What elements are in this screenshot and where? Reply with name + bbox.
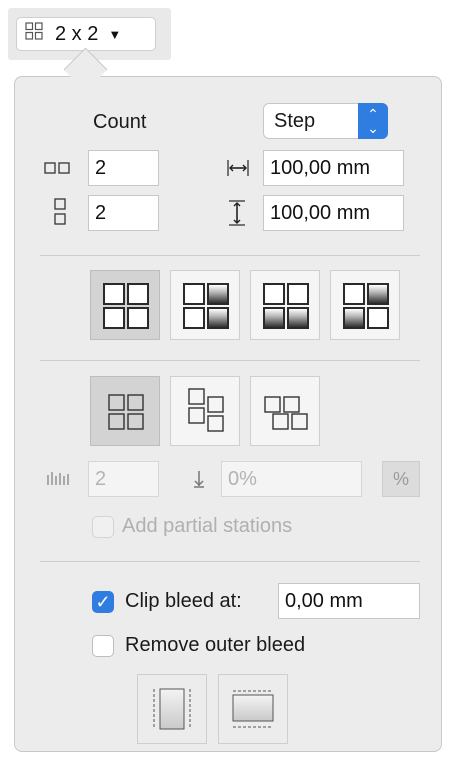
layout-popup-button[interactable]: 2 x 2 ▼ bbox=[16, 17, 156, 51]
bleed-sides-icon bbox=[153, 688, 191, 730]
arrangement-bottom-row-button[interactable] bbox=[250, 270, 320, 340]
offset-count-field[interactable]: 2 bbox=[88, 461, 159, 497]
separator bbox=[40, 360, 420, 361]
bleed-top-bottom-button[interactable] bbox=[218, 674, 288, 744]
columns-field[interactable]: 2 bbox=[88, 150, 159, 186]
count-label: Count bbox=[93, 111, 147, 133]
percent-unit-button[interactable]: % bbox=[382, 461, 420, 497]
arrangement-top-right-button[interactable] bbox=[330, 270, 400, 340]
grid-mixed-gradient-icon bbox=[343, 283, 389, 329]
remove-outer-bleed-label: Remove outer bleed bbox=[125, 634, 306, 656]
separator bbox=[40, 255, 420, 256]
rows-icon bbox=[53, 198, 67, 231]
chevron-down-icon: ▼ bbox=[108, 26, 122, 42]
vertical-staggered-grid-icon bbox=[188, 388, 224, 432]
rows-field[interactable]: 2 bbox=[88, 195, 159, 231]
clip-bleed-checkbox[interactable]: ✓ bbox=[92, 591, 114, 613]
vertical-step-icon bbox=[227, 199, 247, 232]
horizontal-staggered-grid-icon bbox=[264, 396, 308, 430]
offset-bars-icon bbox=[46, 471, 70, 492]
grid-icon bbox=[25, 22, 43, 46]
stagger-horizontal-button[interactable] bbox=[250, 376, 320, 446]
aligned-grid-icon bbox=[108, 394, 144, 430]
select-stepper-icon: ⌃ ⌄ bbox=[358, 103, 388, 139]
clip-bleed-label: Clip bleed at: bbox=[125, 590, 242, 612]
offset-down-arrow-icon bbox=[193, 469, 205, 494]
stagger-aligned-button[interactable] bbox=[90, 376, 160, 446]
grid-bottom-row-gradient-icon bbox=[263, 283, 309, 329]
columns-icon bbox=[44, 161, 70, 180]
bleed-sides-button[interactable] bbox=[137, 674, 207, 744]
grid-right-column-gradient-icon bbox=[183, 283, 229, 329]
partial-stations-label: Add partial stations bbox=[122, 515, 293, 537]
separator bbox=[40, 561, 420, 562]
arrangement-right-column-button[interactable] bbox=[170, 270, 240, 340]
horizontal-step-icon bbox=[225, 158, 251, 183]
horizontal-step-field[interactable]: 100,00 mm bbox=[263, 150, 404, 186]
clip-bleed-field[interactable]: 0,00 mm bbox=[278, 583, 420, 619]
vertical-step-field[interactable]: 100,00 mm bbox=[263, 195, 404, 231]
offset-percent-field[interactable]: 0% bbox=[221, 461, 362, 497]
mode-select-value: Step bbox=[274, 110, 316, 132]
remove-outer-bleed-checkbox[interactable] bbox=[92, 635, 114, 657]
stagger-vertical-button[interactable] bbox=[170, 376, 240, 446]
mode-select[interactable]: Step ⌃ ⌄ bbox=[263, 103, 388, 139]
arrangement-uniform-button[interactable] bbox=[90, 270, 160, 340]
partial-stations-checkbox[interactable] bbox=[92, 516, 114, 538]
layout-label: 2 x 2 bbox=[55, 22, 99, 45]
grid-uniform-icon bbox=[103, 283, 149, 329]
bleed-top-bottom-icon bbox=[232, 690, 274, 728]
